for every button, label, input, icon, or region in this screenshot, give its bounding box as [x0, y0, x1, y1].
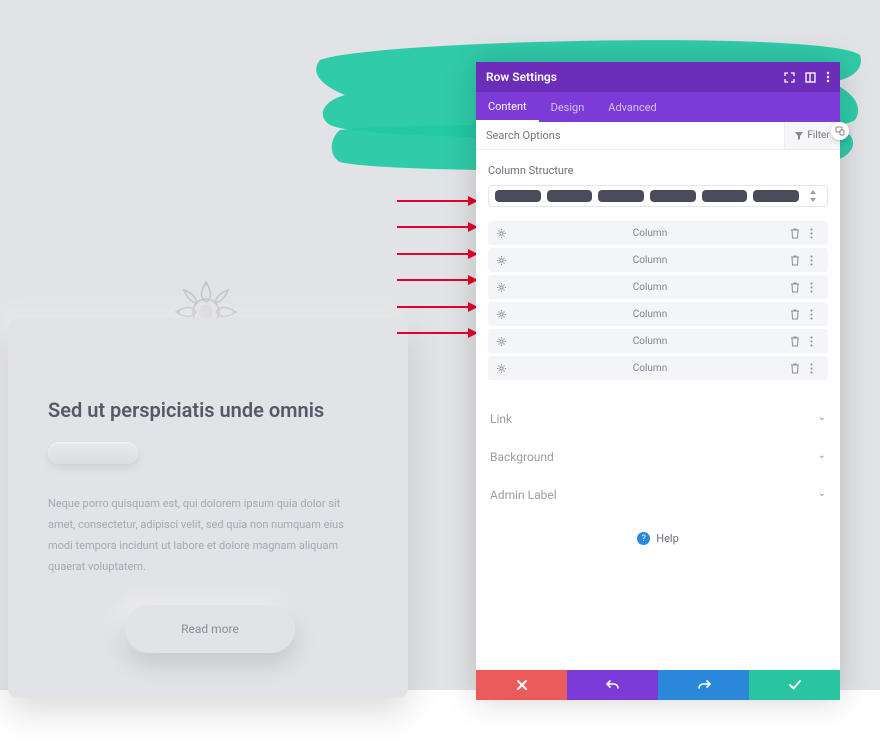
- kebab-menu-icon[interactable]: [810, 363, 820, 374]
- help-button[interactable]: ? Help: [488, 532, 828, 545]
- responsive-badge-icon[interactable]: [831, 122, 849, 140]
- read-more-label: Read more: [181, 622, 239, 636]
- search-row: Filter: [476, 122, 840, 150]
- chevron-down-icon: ⌄: [818, 450, 826, 464]
- trash-icon[interactable]: [790, 309, 804, 320]
- redo-button[interactable]: [658, 670, 749, 700]
- search-input[interactable]: [476, 122, 784, 149]
- tab-advanced[interactable]: Advanced: [596, 92, 668, 122]
- undo-button[interactable]: [567, 670, 658, 700]
- filter-label: Filter: [807, 130, 829, 141]
- annotation-arrow: [397, 200, 477, 202]
- annotation-arrow: [397, 279, 477, 281]
- trash-icon[interactable]: [790, 336, 804, 347]
- structure-bar: [753, 190, 799, 202]
- gear-icon[interactable]: [496, 363, 510, 374]
- column-label: Column: [510, 336, 790, 347]
- check-icon: [788, 679, 802, 691]
- kebab-menu-icon[interactable]: [810, 282, 820, 293]
- structure-bar: [547, 190, 593, 202]
- layout-icon[interactable]: [805, 72, 816, 83]
- column-row[interactable]: Column: [488, 302, 828, 326]
- column-label: Column: [510, 228, 790, 239]
- column-row[interactable]: Column: [488, 248, 828, 272]
- accordion-admin-label[interactable]: Admin Label ⌄: [488, 476, 828, 514]
- structure-bar: [495, 190, 541, 202]
- accordion-link[interactable]: Link ⌄: [488, 400, 828, 438]
- undo-icon: [606, 679, 620, 691]
- trash-icon[interactable]: [790, 228, 804, 239]
- annotation-arrow: [397, 253, 477, 255]
- close-icon: [516, 679, 528, 691]
- card-body-text: Neque porro quisquam est, qui dolorem ip…: [8, 494, 408, 578]
- row-settings-modal: Row Settings Content Design Advanced Fil…: [476, 62, 840, 700]
- accordion-label: Link: [490, 412, 512, 426]
- modal-body: Column Structure Column Column: [476, 150, 840, 670]
- accordion-label: Background: [490, 450, 554, 464]
- kebab-menu-icon[interactable]: [810, 228, 820, 239]
- modal-header[interactable]: Row Settings: [476, 62, 840, 92]
- trash-icon[interactable]: [790, 282, 804, 293]
- chevron-down-icon: ⌄: [818, 488, 826, 502]
- modal-tabs: Content Design Advanced: [476, 92, 840, 122]
- accordion-label: Admin Label: [490, 488, 557, 502]
- redo-icon: [697, 679, 711, 691]
- column-label: Column: [510, 282, 790, 293]
- accordion-background[interactable]: Background ⌄: [488, 438, 828, 476]
- annotation-arrow: [397, 332, 477, 334]
- column-label: Column: [510, 309, 790, 320]
- kebab-menu-icon[interactable]: [810, 255, 820, 266]
- modal-title: Row Settings: [486, 70, 557, 84]
- structure-bar: [598, 190, 644, 202]
- column-structure-selector[interactable]: [488, 185, 828, 207]
- column-row[interactable]: Column: [488, 275, 828, 299]
- gear-icon[interactable]: [496, 255, 510, 266]
- column-label: Column: [510, 255, 790, 266]
- cancel-button[interactable]: [476, 670, 567, 700]
- annotation-arrow: [397, 306, 477, 308]
- gear-icon[interactable]: [496, 336, 510, 347]
- column-structure-label: Column Structure: [488, 164, 828, 177]
- column-label: Column: [510, 363, 790, 374]
- expand-icon[interactable]: [784, 72, 795, 83]
- read-more-button[interactable]: Read more: [125, 605, 295, 653]
- sort-arrows-icon[interactable]: [805, 186, 821, 206]
- tab-content[interactable]: Content: [476, 92, 539, 122]
- kebab-menu-icon[interactable]: [810, 336, 820, 347]
- chevron-down-icon: ⌄: [818, 412, 826, 426]
- structure-bar: [702, 190, 748, 202]
- gear-icon[interactable]: [496, 309, 510, 320]
- column-row[interactable]: Column: [488, 356, 828, 380]
- tab-design[interactable]: Design: [539, 92, 597, 122]
- card-pill-placeholder: [48, 442, 138, 464]
- column-row[interactable]: Column: [488, 221, 828, 245]
- gear-icon[interactable]: [496, 228, 510, 239]
- help-label: Help: [656, 532, 679, 545]
- save-button[interactable]: [749, 670, 840, 700]
- help-icon: ?: [637, 532, 650, 545]
- annotation-arrow: [397, 226, 477, 228]
- structure-bar: [650, 190, 696, 202]
- filter-icon: [795, 132, 803, 140]
- kebab-menu-icon[interactable]: [810, 309, 820, 320]
- kebab-menu-icon[interactable]: [826, 71, 830, 83]
- trash-icon[interactable]: [790, 363, 804, 374]
- column-row[interactable]: Column: [488, 329, 828, 353]
- card-heading: Sed ut perspiciatis unde omnis: [8, 318, 408, 442]
- modal-footer: [476, 670, 840, 700]
- gear-icon[interactable]: [496, 282, 510, 293]
- trash-icon[interactable]: [790, 255, 804, 266]
